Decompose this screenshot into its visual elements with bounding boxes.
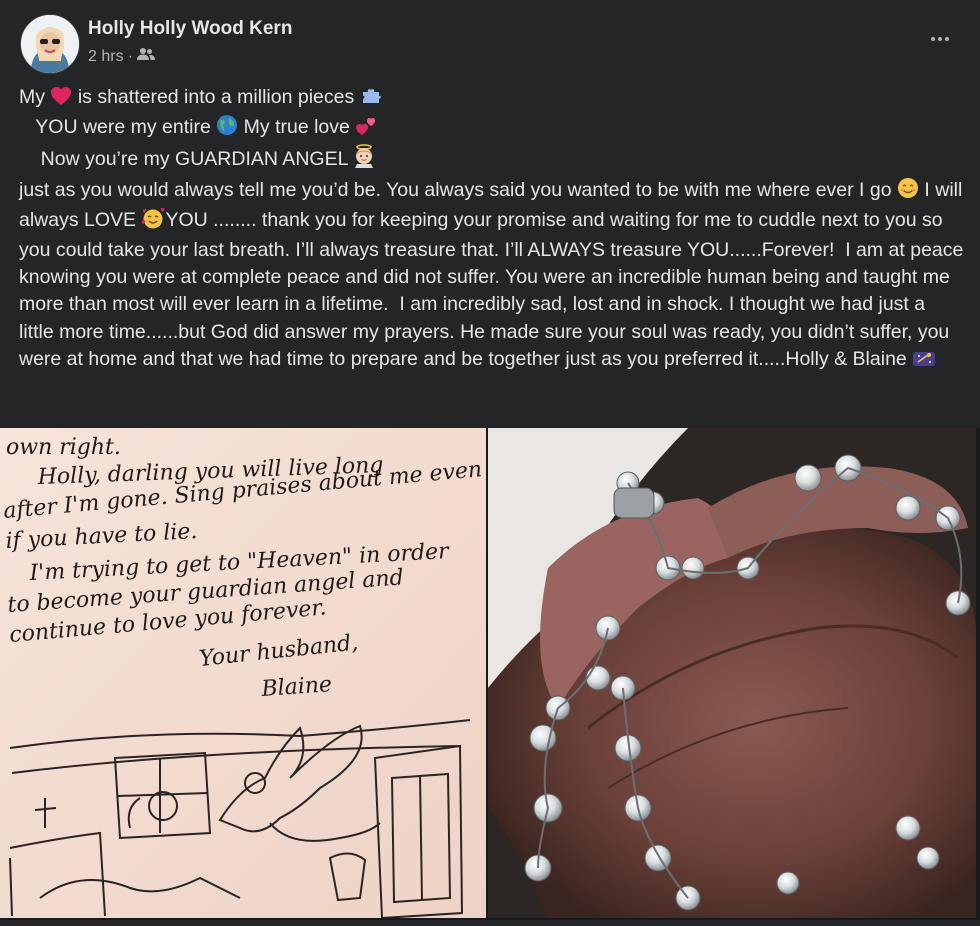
- letter-line-1: own right.: [6, 435, 121, 460]
- post-header: Holly Holly Wood Kern 2 hrs ·: [20, 14, 960, 74]
- globe-icon: [216, 114, 238, 144]
- heart-icon: [50, 86, 72, 114]
- photo-gallery: own right. Holly, darling you will live …: [0, 428, 980, 920]
- text-body: just as you would always tell me you’d b…: [19, 177, 964, 376]
- smiling-face-icon: [897, 177, 919, 207]
- text-line-2: YOU were my entire My true love: [19, 114, 964, 144]
- more-options-button[interactable]: [924, 28, 956, 50]
- post-time[interactable]: 2 hrs: [88, 48, 124, 66]
- rosary-image: [488, 428, 976, 918]
- author-avatar[interactable]: [20, 14, 80, 74]
- hands-rosary-photo[interactable]: [488, 428, 976, 918]
- more-options-icon: [931, 37, 935, 41]
- avatar-image: [21, 15, 79, 73]
- shooting-stars-icon: [912, 349, 936, 376]
- text-line-3: Now you’re my GUARDIAN ANGEL: [19, 144, 964, 176]
- puzzle-piece-icon: [360, 86, 382, 114]
- post-meta: 2 hrs ·: [88, 47, 155, 66]
- letter-drawing: own right. Holly, darling you will live …: [0, 428, 486, 918]
- meta-separator: ·: [127, 47, 133, 65]
- letter-signature: Blaine: [260, 672, 333, 702]
- angel-emoji-icon: [353, 144, 375, 176]
- text-line-1: My is shattered into a million pieces: [19, 84, 964, 114]
- author-name[interactable]: Holly Holly Wood Kern: [88, 18, 292, 40]
- smiling-face-with-hearts-icon: [141, 207, 166, 237]
- two-hearts-icon: [355, 116, 377, 144]
- handwritten-letter-photo[interactable]: own right. Holly, darling you will live …: [0, 428, 486, 918]
- post-text: My is shattered into a million pieces YO…: [19, 84, 964, 376]
- friends-icon: [136, 47, 155, 66]
